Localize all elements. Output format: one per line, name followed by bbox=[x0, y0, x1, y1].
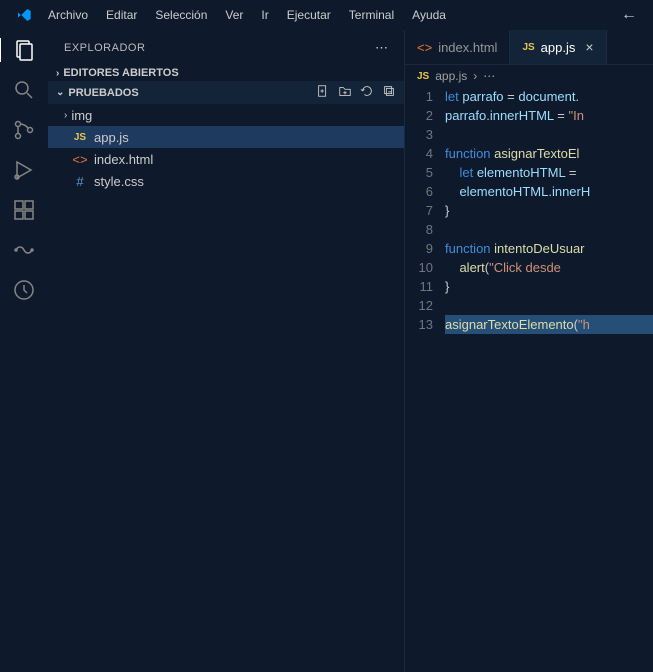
tree-item-style-css[interactable]: #style.css bbox=[48, 170, 404, 192]
menu-editar[interactable]: Editar bbox=[98, 4, 145, 26]
menu-ver[interactable]: Ver bbox=[217, 4, 251, 26]
open-editors-section[interactable]: › EDITORES ABIERTOS bbox=[48, 65, 404, 81]
menu-ejecutar[interactable]: Ejecutar bbox=[279, 4, 339, 26]
code-content[interactable]: let parrafo = document.parrafo.innerHTML… bbox=[445, 87, 653, 672]
timeline-icon[interactable] bbox=[12, 278, 36, 302]
refresh-icon[interactable] bbox=[360, 84, 374, 101]
tree-item-img[interactable]: ›img bbox=[48, 104, 404, 126]
tree-item-index-html[interactable]: <>index.html bbox=[48, 148, 404, 170]
editor: <>index.htmlJSapp.js× JS app.js › ⋯ 1234… bbox=[405, 30, 653, 672]
close-icon[interactable]: × bbox=[585, 39, 593, 55]
menu-ir[interactable]: Ir bbox=[253, 4, 276, 26]
workspace-root[interactable]: ⌄ PRUEBADOS bbox=[48, 81, 404, 104]
explorer-sidebar: EXPLORADOR ⋯ › EDITORES ABIERTOS ⌄ PRUEB… bbox=[48, 30, 405, 672]
main-menu: ArchivoEditarSelecciónVerIrEjecutarTermi… bbox=[40, 4, 454, 26]
explorer-icon[interactable] bbox=[0, 38, 47, 62]
collapse-all-icon[interactable] bbox=[382, 84, 396, 101]
breadcrumb-more-icon: ⋯ bbox=[483, 69, 495, 83]
file-tree: ›imgJSapp.js<>index.html#style.css bbox=[48, 104, 404, 192]
new-file-icon[interactable] bbox=[316, 84, 330, 101]
menu-archivo[interactable]: Archivo bbox=[40, 4, 96, 26]
chevron-down-icon: ⌄ bbox=[56, 87, 64, 98]
run-debug-icon[interactable] bbox=[12, 158, 36, 182]
tab-index-html[interactable]: <>index.html bbox=[405, 30, 510, 64]
menu-ayuda[interactable]: Ayuda bbox=[404, 4, 454, 26]
line-numbers: 12345678910111213 bbox=[405, 87, 445, 672]
search-icon[interactable] bbox=[12, 78, 36, 102]
js-file-icon: JS bbox=[417, 71, 429, 82]
sidebar-title: EXPLORADOR bbox=[64, 42, 145, 54]
code-area[interactable]: 12345678910111213 let parrafo = document… bbox=[405, 87, 653, 672]
menu-terminal[interactable]: Terminal bbox=[341, 4, 402, 26]
back-arrow-icon[interactable]: ← bbox=[621, 6, 637, 24]
source-control-icon[interactable] bbox=[12, 118, 36, 142]
editor-tabs: <>index.htmlJSapp.js× bbox=[405, 30, 653, 65]
new-folder-icon[interactable] bbox=[338, 84, 352, 101]
vscode-logo-icon bbox=[16, 7, 32, 23]
breadcrumb[interactable]: JS app.js › ⋯ bbox=[405, 65, 653, 87]
chevron-right-icon: › bbox=[56, 68, 59, 79]
chevron-right-icon: › bbox=[473, 69, 477, 83]
tree-item-app-js[interactable]: JSapp.js bbox=[48, 126, 404, 148]
sidebar-more-icon[interactable]: ⋯ bbox=[375, 40, 388, 56]
tab-app-js[interactable]: JSapp.js× bbox=[510, 30, 606, 64]
menu-selección[interactable]: Selección bbox=[147, 4, 215, 26]
titlebar: ArchivoEditarSelecciónVerIrEjecutarTermi… bbox=[0, 0, 653, 30]
live-share-icon[interactable] bbox=[12, 238, 36, 262]
activity-bar bbox=[0, 30, 48, 672]
extensions-icon[interactable] bbox=[12, 198, 36, 222]
